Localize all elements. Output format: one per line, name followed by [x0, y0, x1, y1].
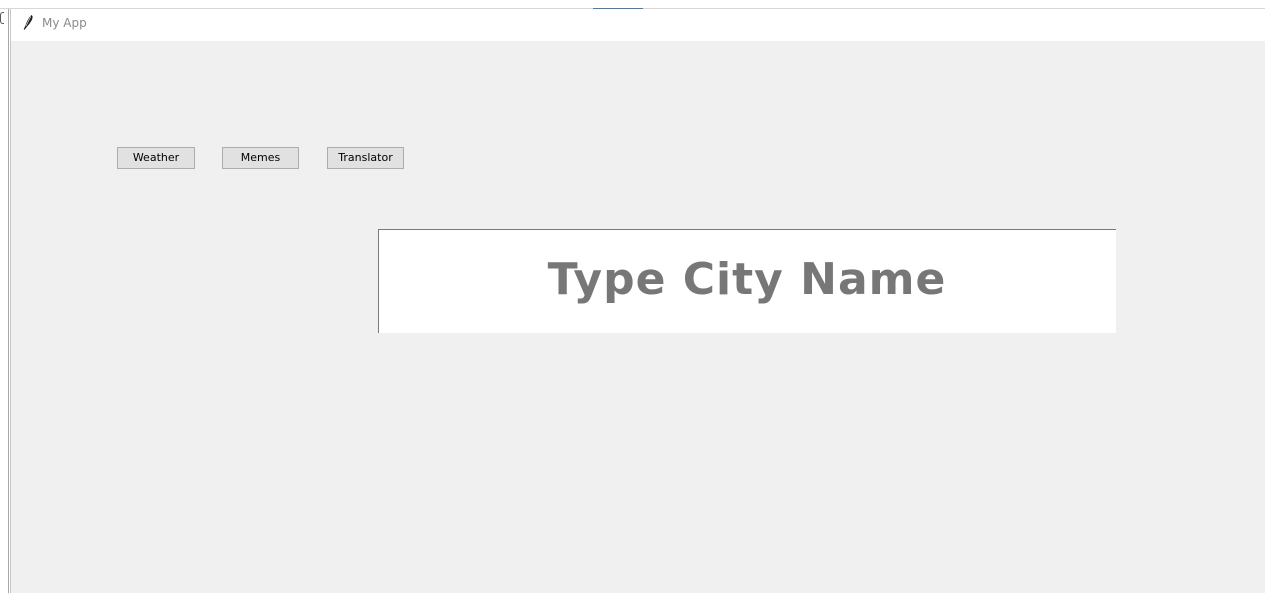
city-name-input-text: Type City Name — [547, 254, 947, 305]
weather-button[interactable]: Weather — [117, 147, 195, 169]
window-title: My App — [42, 16, 87, 30]
memes-button[interactable]: Memes — [222, 147, 299, 169]
city-name-input[interactable]: Type City Name — [378, 229, 1116, 333]
window-left-border — [8, 9, 9, 593]
feather-icon — [23, 15, 33, 30]
app-screen: My App Weather Memes Translator Type Cit… — [0, 0, 1265, 593]
translator-button[interactable]: Translator — [327, 147, 404, 169]
left-edge-fragment — [0, 12, 4, 24]
window-titlebar[interactable]: My App — [11, 9, 1265, 41]
